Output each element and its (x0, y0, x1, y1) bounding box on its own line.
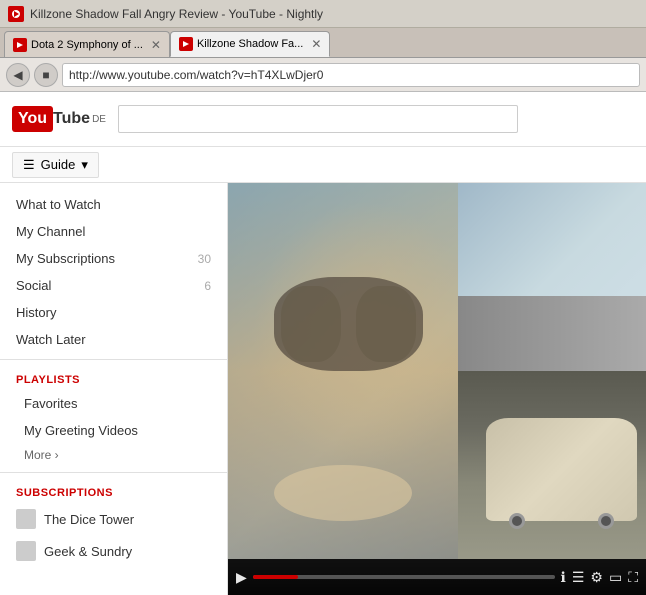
subscriptions-title: SUBSCRIPTIONS (0, 479, 227, 503)
video-left-panel (228, 183, 458, 559)
fullscreen-icon[interactable]: ⛶ (628, 569, 638, 586)
yt-video-content[interactable]: ▶ ℹ ☰ ⚙ ▭ ⛶ (228, 183, 646, 595)
video-collage (228, 183, 646, 559)
play-icon[interactable]: ▶ (236, 569, 247, 586)
sidebar-badge-2: 30 (198, 252, 211, 266)
browser-titlebar: Killzone Shadow Fall Angry Review - YouT… (0, 0, 646, 28)
window-icon[interactable]: ▭ (609, 569, 622, 586)
sidebar-divider-1 (0, 359, 227, 360)
tab-dota2[interactable]: Dota 2 Symphony of ... ✕ (4, 31, 170, 57)
browser-addressbar: ◀ ■ http://www.youtube.com/watch?v=hT4XL… (0, 58, 646, 92)
back-button[interactable]: ◀ (6, 63, 30, 87)
stop-button[interactable]: ■ (34, 63, 58, 87)
yt-header: You Tube DE (0, 92, 646, 147)
tab1-close[interactable]: ✕ (151, 38, 161, 52)
yt-logo-red: You (12, 106, 53, 132)
info-icon[interactable]: ℹ (561, 569, 566, 586)
sidebar-item-social[interactable]: Social 6 (0, 272, 227, 299)
yt-main: What to Watch My Channel My Subscription… (0, 183, 646, 595)
sidebar-divider-2 (0, 472, 227, 473)
sidebar-item-history[interactable]: History (0, 299, 227, 326)
dice-tower-avatar (16, 509, 36, 529)
sidebar-item-what-to-watch[interactable]: What to Watch (0, 191, 227, 218)
video-right-panel (458, 183, 646, 559)
guide-bar: ☰ Guide ▾ (0, 147, 646, 183)
settings-icon[interactable]: ⚙ (590, 569, 603, 586)
guide-chevron-icon: ▾ (81, 157, 88, 173)
sidebar-item-favorites[interactable]: Favorites (0, 390, 227, 417)
youtube-page: You Tube DE ☰ Guide ▾ What to Watch My C… (0, 92, 646, 595)
tab1-favicon (13, 38, 27, 52)
progress-fill (253, 575, 298, 579)
list-icon[interactable]: ☰ (572, 569, 585, 586)
video-top-right (458, 183, 646, 371)
yt-logo[interactable]: You Tube DE (12, 106, 106, 132)
tab1-label: Dota 2 Symphony of ... (31, 39, 143, 51)
address-bar[interactable]: http://www.youtube.com/watch?v=hT4XLwDje… (62, 63, 640, 87)
tab-killzone[interactable]: Killzone Shadow Fa... ✕ (170, 31, 330, 57)
video-frame: ▶ ℹ ☰ ⚙ ▭ ⛶ (228, 183, 646, 595)
hamburger-icon: ☰ (23, 157, 35, 173)
tab2-label: Killzone Shadow Fa... (197, 38, 303, 50)
progress-bar[interactable] (253, 575, 555, 579)
yt-sidebar: What to Watch My Channel My Subscription… (0, 183, 228, 595)
sidebar-item-dice-tower[interactable]: The Dice Tower (0, 503, 227, 535)
yt-logo-locale: DE (92, 114, 106, 125)
browser-tabbar: Dota 2 Symphony of ... ✕ Killzone Shadow… (0, 28, 646, 58)
address-text: http://www.youtube.com/watch?v=hT4XLwDje… (69, 68, 323, 82)
geek-sundry-avatar (16, 541, 36, 561)
sidebar-more-playlists[interactable]: More › (0, 444, 227, 466)
tab2-close[interactable]: ✕ (311, 37, 321, 51)
sidebar-item-greeting-videos[interactable]: My Greeting Videos (0, 417, 227, 444)
sidebar-item-my-subscriptions[interactable]: My Subscriptions 30 (0, 245, 227, 272)
video-bottom-right (458, 371, 646, 559)
car-shape (486, 418, 636, 521)
sidebar-badge-3: 6 (204, 279, 211, 293)
search-input[interactable] (118, 105, 518, 133)
sidebar-item-watch-later[interactable]: Watch Later (0, 326, 227, 353)
sidebar-item-my-channel[interactable]: My Channel (0, 218, 227, 245)
sidebar-item-geek-sundry[interactable]: Geek & Sundry (0, 535, 227, 567)
playlists-title: PLAYLISTS (0, 366, 227, 390)
guide-button[interactable]: ☰ Guide ▾ (12, 152, 99, 178)
tab2-favicon (179, 37, 193, 51)
yt-logo-tube: Tube (53, 110, 90, 128)
guide-label: Guide (41, 157, 76, 172)
video-controls: ▶ ℹ ☰ ⚙ ▭ ⛶ (228, 559, 646, 595)
sunglasses-shape (274, 277, 423, 371)
browser-favicon (8, 6, 24, 22)
browser-title: Killzone Shadow Fall Angry Review - YouT… (30, 7, 323, 21)
